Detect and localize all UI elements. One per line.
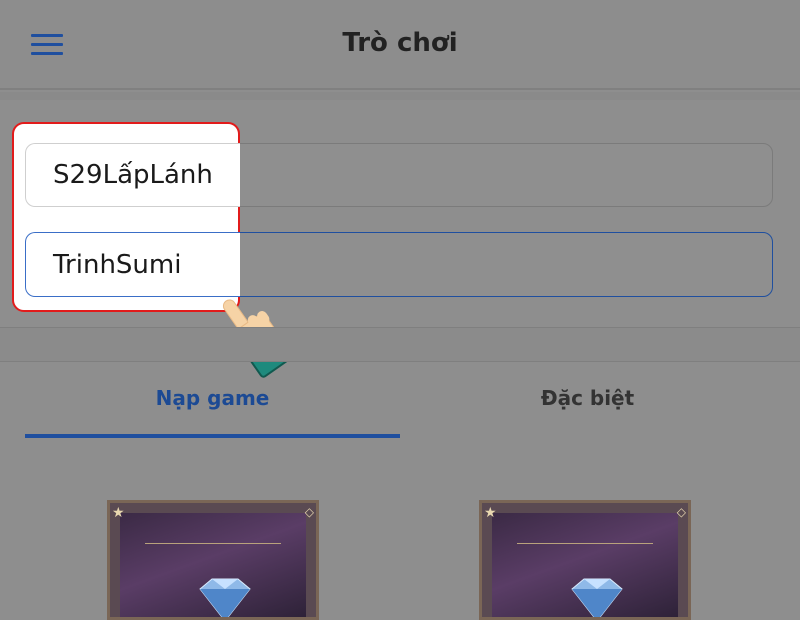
tab-nap-game[interactable]: Nạp game	[25, 386, 400, 410]
package-card[interactable]: ★ ◇	[107, 500, 319, 620]
package-card[interactable]: ★ ◇	[479, 500, 691, 620]
page-title: Trò chơi	[342, 28, 458, 58]
tab-dac-biet[interactable]: Đặc biệt	[400, 386, 775, 410]
card-artwork	[492, 513, 678, 617]
star-icon: ★	[484, 505, 497, 521]
card-artwork	[120, 513, 306, 617]
diamond-icon	[571, 578, 623, 617]
active-tab-indicator	[25, 434, 400, 438]
diamond-icon	[199, 578, 251, 617]
top-bar: Trò chơi	[0, 0, 800, 90]
server-input-value[interactable]: S29LấpLánh	[25, 143, 240, 207]
section-divider	[0, 327, 800, 362]
corner-ornament-icon: ◇	[304, 505, 314, 519]
star-icon: ★	[112, 505, 125, 521]
corner-ornament-icon: ◇	[676, 505, 686, 519]
card-divider	[517, 543, 653, 544]
header-spacer	[0, 92, 800, 100]
card-divider	[145, 543, 281, 544]
